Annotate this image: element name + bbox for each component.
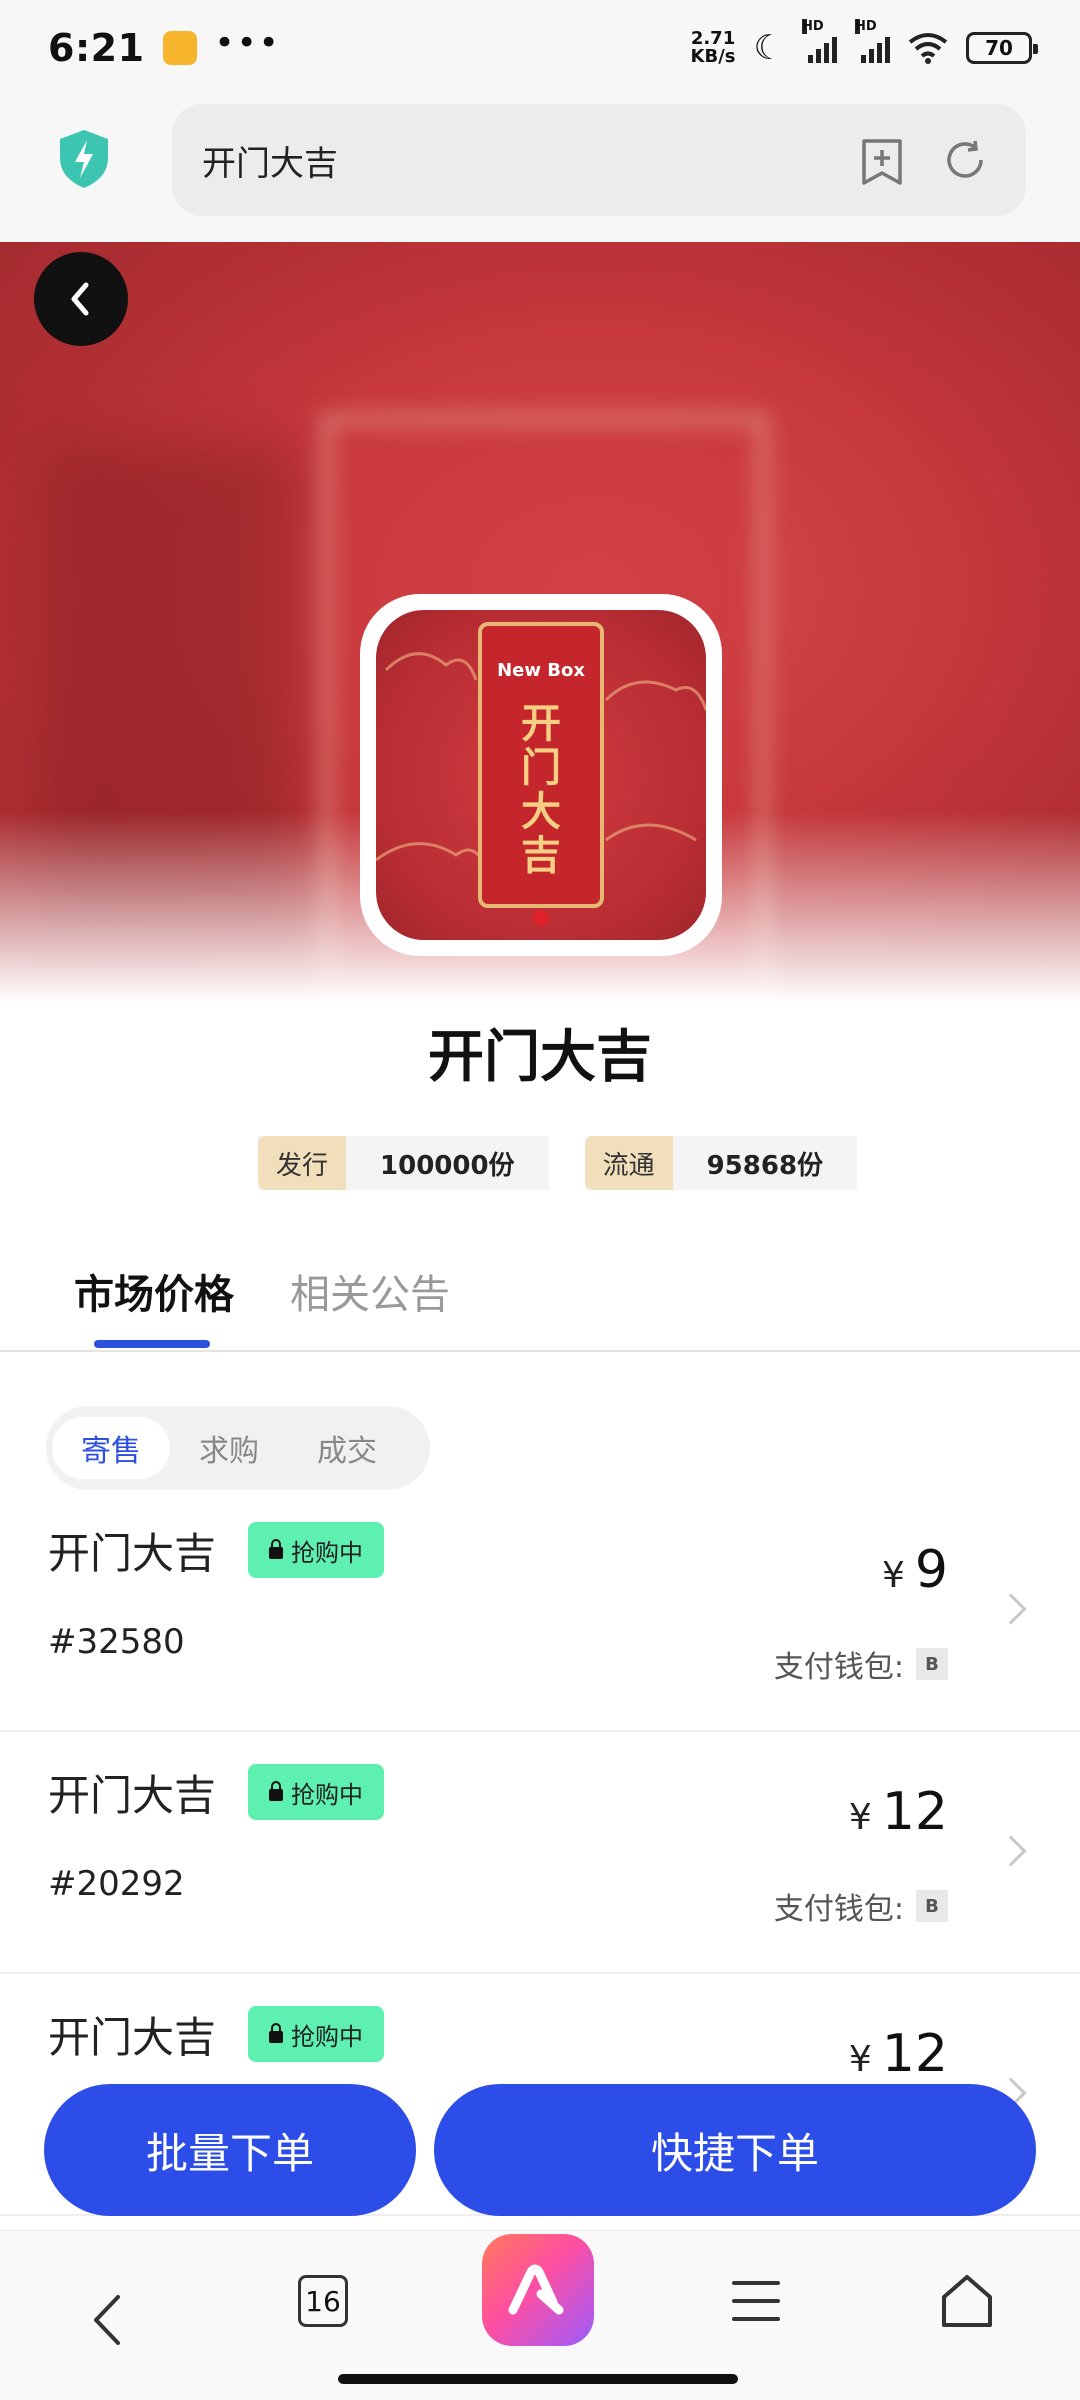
- payment-wallet: 支付钱包: B: [774, 1642, 948, 1686]
- detail-tabs: 市场价格 相关公告: [0, 1248, 1080, 1352]
- chevron-right-icon: [995, 1593, 1027, 1625]
- price-value: 12: [881, 2024, 948, 2084]
- payment-wallet-label: 支付钱包:: [773, 1892, 904, 1927]
- tabs-count-button[interactable]: 16: [298, 2275, 348, 2327]
- status-left: 6:21 •••: [48, 23, 281, 70]
- signal-icon-2: HD: [855, 19, 890, 63]
- refresh-icon[interactable]: [942, 137, 988, 183]
- segment-sell[interactable]: 寄售: [52, 1417, 170, 1479]
- lock-icon: [269, 1538, 283, 1559]
- lock-icon: [269, 1780, 283, 1801]
- menu-icon[interactable]: [732, 2281, 780, 2335]
- product-tag-brand: New Box: [497, 660, 585, 681]
- notification-app-icon: [162, 31, 197, 65]
- listing-price: ¥ 12: [849, 2024, 948, 2084]
- product-image: New Box 开门大吉: [360, 594, 722, 956]
- more-notifications-icon: •••: [214, 23, 281, 63]
- listing-price: ¥ 12: [849, 1782, 948, 1842]
- product-title: 开门大吉: [428, 1025, 652, 1090]
- product-stats: 发行 100000份 流通 95868份: [258, 1136, 858, 1190]
- listing-name: 开门大吉: [48, 1529, 217, 1578]
- currency-symbol: ¥: [848, 2039, 872, 2080]
- wallet-code-badge: B: [916, 1648, 948, 1680]
- url-text: 开门大吉: [202, 143, 338, 184]
- quick-order-button[interactable]: 快捷下单: [434, 2084, 1036, 2216]
- network-speed-unit: KB/s: [690, 46, 736, 67]
- batch-order-button[interactable]: 批量下单: [44, 2084, 416, 2216]
- listing-price: ¥ 9: [882, 1540, 948, 1600]
- active-tab-indicator: [94, 1340, 210, 1348]
- stat-issue-label: 发行: [258, 1136, 347, 1190]
- do-not-disturb-icon: ☾: [753, 28, 784, 68]
- nav-back-icon[interactable]: [90, 2293, 124, 2347]
- home-icon[interactable]: [940, 2273, 994, 2329]
- listing-type-segment: 寄售 求购 成交: [46, 1406, 430, 1490]
- product-tag-chars: 开门大吉: [482, 702, 600, 878]
- payment-wallet-label: 支付钱包:: [773, 1650, 904, 1685]
- stat-circulation-label: 流通: [584, 1136, 673, 1190]
- tab-announcements[interactable]: 相关公告: [290, 1262, 450, 1320]
- back-button[interactable]: [34, 252, 128, 346]
- shield-icon[interactable]: [56, 128, 112, 190]
- product-tag-card: New Box 开门大吉: [478, 622, 604, 908]
- status-badge-label: 抢购中: [291, 1780, 363, 1809]
- currency-symbol: ¥: [848, 1797, 872, 1838]
- chevron-left-icon: [71, 282, 89, 316]
- stat-circulation: 流通 95868份: [584, 1136, 858, 1190]
- signal-hd-label: HD: [855, 19, 877, 34]
- status-bar: 6:21 ••• 2.71 KB/s ☾ HD HD 70: [0, 0, 1080, 96]
- status-badge: 抢购中: [248, 1764, 384, 1820]
- home-indicator[interactable]: [338, 2374, 738, 2384]
- tab-market-price[interactable]: 市场价格: [74, 1262, 234, 1320]
- product-image-art: New Box 开门大吉: [376, 610, 706, 940]
- ai-assistant-button[interactable]: [482, 2234, 594, 2346]
- bookmark-add-icon[interactable]: [860, 137, 904, 187]
- listing-item[interactable]: 开门大吉 抢购中 #20292 ¥ 12 支付钱包: B: [0, 1732, 1080, 1974]
- browser-address-bar: 开门大吉: [0, 96, 1080, 242]
- battery-icon: 70: [966, 32, 1038, 64]
- ai-logo-icon: [508, 2264, 564, 2315]
- page: 6:21 ••• 2.71 KB/s ☾ HD HD 70 开门大吉 New B…: [0, 0, 1080, 2400]
- status-badge-label: 抢购中: [291, 2022, 363, 2051]
- status-badge: 抢购中: [248, 2006, 384, 2062]
- stat-circulation-value: 95868份: [706, 1150, 824, 1181]
- product-tag-bead: [533, 910, 549, 926]
- status-badge: 抢购中: [248, 1522, 384, 1578]
- segment-buy[interactable]: 求购: [170, 1417, 288, 1479]
- product-tag-text: 开门大吉: [521, 701, 561, 879]
- currency-symbol: ¥: [882, 1555, 905, 1596]
- status-badge-label: 抢购中: [291, 1538, 363, 1567]
- listing-serial: #20292: [48, 1864, 185, 1904]
- network-speed: 2.71 KB/s: [691, 30, 736, 66]
- listing-name: 开门大吉: [48, 2013, 217, 2062]
- listing-serial: #32580: [48, 1622, 185, 1662]
- price-value: 12: [881, 1782, 948, 1842]
- lock-icon: [269, 2022, 283, 2043]
- stat-issue: 发行 100000份: [258, 1136, 549, 1190]
- status-right: 2.71 KB/s ☾ HD HD 70: [691, 19, 1038, 68]
- payment-wallet: 支付钱包: B: [774, 1884, 948, 1928]
- stat-issue-value: 100000份: [380, 1150, 515, 1181]
- status-time: 6:21: [48, 26, 145, 70]
- listing-item[interactable]: 开门大吉 抢购中 #32580 ¥ 9 支付钱包: B: [0, 1490, 1080, 1732]
- chevron-right-icon: [995, 1835, 1027, 1867]
- wallet-code-badge: B: [916, 1890, 948, 1922]
- price-value: 9: [914, 1540, 948, 1600]
- wifi-icon: [908, 33, 948, 64]
- signal-hd-label: HD: [802, 19, 824, 34]
- signal-icon-1: HD: [802, 19, 837, 63]
- segment-deal[interactable]: 成交: [288, 1417, 406, 1479]
- listing-name: 开门大吉: [48, 1771, 217, 1820]
